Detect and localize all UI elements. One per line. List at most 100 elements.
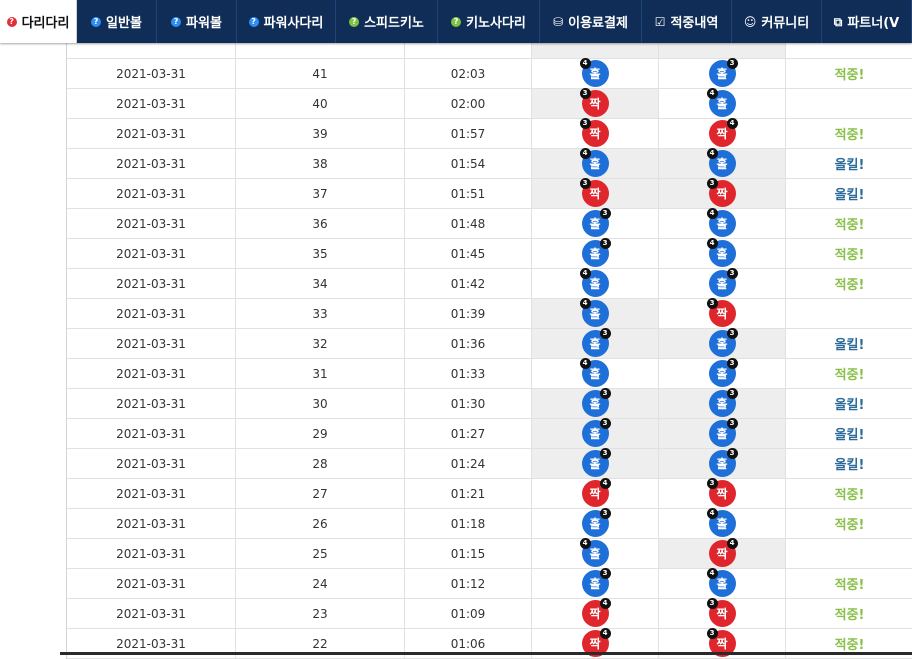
ball-count-badge: 3	[726, 448, 738, 459]
ball-label: 짝	[716, 547, 728, 561]
ball-label: 홀	[716, 247, 728, 261]
tab-1[interactable]: ? 일반볼	[77, 0, 157, 43]
cell-round: 23	[236, 599, 405, 628]
ball-label: 홀	[589, 397, 601, 411]
cell-result: 올킬!	[834, 338, 865, 353]
cell-date: 2021-03-31	[67, 269, 236, 298]
ball-count-badge: 3	[579, 88, 591, 99]
ball-label: 홀	[589, 517, 601, 531]
red-ball: 짝3	[706, 598, 736, 627]
blue-ball: 홀4	[579, 358, 609, 387]
ball-count-badge: 3	[706, 478, 718, 489]
smile-icon: ☺	[743, 14, 757, 29]
tab-label: 파워볼	[186, 16, 222, 31]
cell-result: 적중!	[834, 248, 865, 263]
cell-ball-2: 짝3	[659, 178, 786, 208]
tab-5[interactable]: ? 키노사다리	[438, 0, 540, 43]
blue-ball: 홀4	[706, 88, 736, 117]
cell-date: 2021-03-31	[67, 419, 236, 448]
cell-ball-2: 짝3	[659, 478, 786, 508]
ball-count-badge: 4	[706, 208, 718, 219]
ball-count-badge: 3	[599, 328, 611, 339]
ball-count-badge: 4	[706, 508, 718, 519]
cell-date: 2021-03-31	[67, 539, 236, 568]
tab-2[interactable]: ? 파워볼	[157, 0, 237, 43]
ball-label: 짝	[716, 487, 728, 501]
ball-count-badge: 3	[726, 328, 738, 339]
ball-count-badge: 3	[726, 58, 738, 69]
blue-ball: 홀4	[706, 508, 736, 537]
blue-ball: 홀4	[706, 568, 736, 597]
cell-round: 34	[236, 269, 405, 298]
tab-9[interactable]: ⧉ 파트너(V	[822, 0, 912, 43]
cell-date: 2021-03-31	[67, 569, 236, 598]
cell-date: 2021-03-31	[67, 179, 236, 208]
cell-time: 01:42	[405, 269, 532, 298]
tab-label: 파트너(V	[847, 16, 900, 31]
blue-ball: 홀3	[581, 418, 611, 447]
ball-label: 홀	[716, 277, 728, 291]
ball-label: 홀	[716, 217, 728, 231]
ball-label: 홀	[589, 247, 601, 261]
blue-ball: 홀3	[708, 388, 738, 417]
ball-count-badge: 4	[599, 598, 611, 609]
red-ball: 짝4	[708, 118, 738, 147]
ball-count-badge: 4	[706, 238, 718, 249]
tab-0[interactable]: ? 다리다리	[0, 0, 77, 43]
cell-ball-1: 홀4	[532, 538, 659, 568]
cell-ball-2: 홀3	[659, 328, 786, 358]
red-ball: 짝3	[579, 118, 609, 147]
tab-8[interactable]: ☺ 커뮤니티	[732, 0, 822, 43]
red-ball: 짝3	[706, 178, 736, 207]
cell-ball-2: 홀3	[659, 268, 786, 298]
ball-count-badge: 3	[579, 118, 591, 129]
table-row: 2021-03-31 34 01:42 홀 4 홀 3 적중!	[67, 268, 912, 299]
cell-round: 32	[236, 329, 405, 358]
tab-4[interactable]: ? 스피드키노	[336, 0, 438, 43]
cell-ball-2: 홀4	[659, 568, 786, 598]
question-circle-icon: ?	[349, 16, 360, 27]
tab-label: 일반볼	[106, 16, 142, 31]
cell-ball-2: 홀3	[659, 388, 786, 418]
cell-ball-1: 홀4	[532, 268, 659, 298]
ball-count-badge: 3	[706, 298, 718, 309]
tab-3[interactable]: ? 파워사다리	[237, 0, 336, 43]
ball-label: 홀	[589, 367, 601, 381]
tab-label: 이용료결제	[568, 16, 628, 31]
ball-label: 홀	[716, 457, 728, 471]
ball-count-badge: 4	[579, 358, 591, 369]
ball-count-badge: 4	[579, 268, 591, 279]
table-row: 2021-03-31 25 01:15 홀 4 짝 4	[67, 538, 912, 569]
cell-date: 2021-03-31	[67, 119, 236, 148]
ball-count-badge: 4	[706, 148, 718, 159]
red-ball: 짝3	[706, 298, 736, 327]
cell-date: 2021-03-31	[67, 89, 236, 118]
ball-label: 홀	[716, 157, 728, 171]
red-ball: 짝3	[579, 88, 609, 117]
result-table: 2021-03-31 41 02:03 홀 4 홀 3 적중! 2021-03-31 40 02:0…	[66, 29, 912, 659]
ball-count-badge: 3	[726, 268, 738, 279]
tab-7[interactable]: ☑ 적중내역	[642, 0, 732, 43]
blue-ball: 홀4	[706, 208, 736, 237]
cell-date: 2021-03-31	[67, 599, 236, 628]
cell-round: 37	[236, 179, 405, 208]
cubes-icon: ⧉	[833, 14, 843, 29]
cell-ball-1: 짝3	[532, 88, 659, 118]
cell-result: 적중!	[834, 128, 865, 143]
ball-count-badge: 3	[599, 388, 611, 399]
cell-date: 2021-03-31	[67, 359, 236, 388]
cell-ball-1: 홀3	[532, 568, 659, 598]
ball-count-badge: 4	[579, 58, 591, 69]
table-row: 2021-03-31 27 01:21 짝 4 짝 3 적중!	[67, 478, 912, 509]
cell-time: 01:15	[405, 539, 532, 568]
tab-label: 스피드키노	[364, 16, 424, 31]
cell-result: 올킬!	[834, 158, 865, 173]
ball-count-badge: 4	[599, 628, 611, 639]
cell-time: 01:21	[405, 479, 532, 508]
tab-6[interactable]: ⛁ 이용료결제	[540, 0, 642, 43]
ball-label: 홀	[589, 67, 601, 81]
cell-date: 2021-03-31	[67, 209, 236, 238]
cell-date: 2021-03-31	[67, 479, 236, 508]
cell-round: 38	[236, 149, 405, 178]
cell-time: 01:18	[405, 509, 532, 538]
